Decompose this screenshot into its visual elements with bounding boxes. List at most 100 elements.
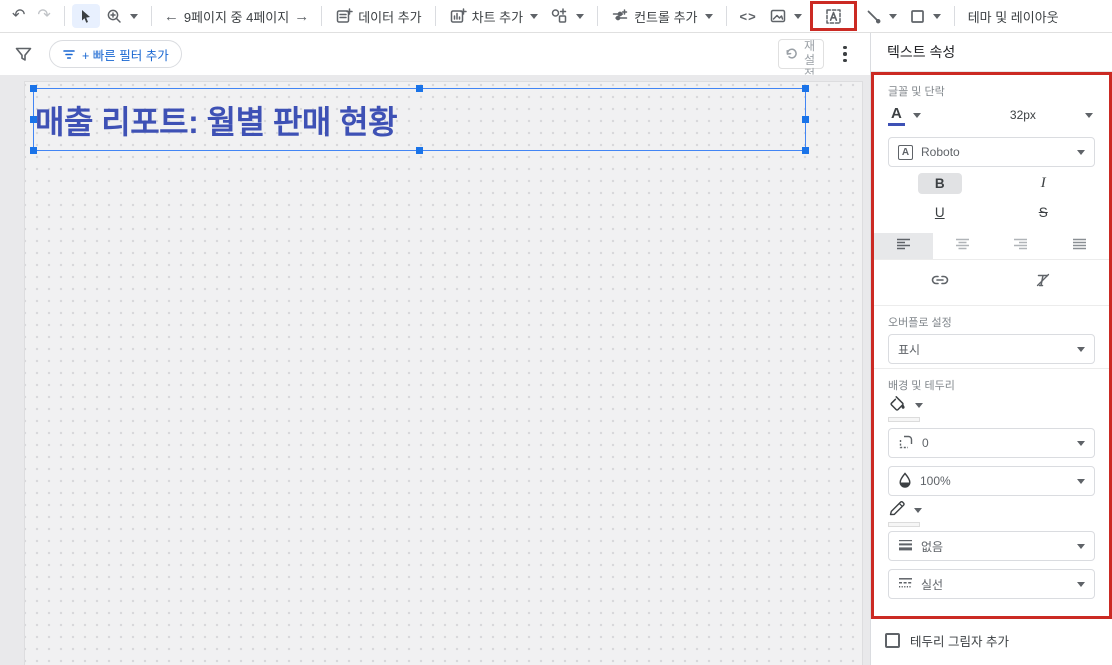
report-title-text[interactable]: 매출 리포트: 월별 판매 현황 [35, 89, 398, 150]
align-justify-button[interactable] [1050, 233, 1109, 259]
zoom-tool-button[interactable] [100, 4, 144, 29]
embed-url-button[interactable]: <> [734, 5, 763, 28]
border-style-select[interactable]: 실선 [888, 569, 1095, 599]
text-properties-highlighted-section: 글꼴 및 단락 A 32px A Roboto B I U S 오버플로 설정 … [871, 72, 1112, 619]
chevron-down-icon [704, 13, 713, 19]
reset-button[interactable]: 재설정 [778, 39, 824, 81]
divider [150, 6, 152, 26]
overflow-section-label: 오버플로 설정 [888, 317, 952, 329]
format-clear-icon [1035, 273, 1051, 288]
image-icon [769, 7, 787, 25]
background-color-button[interactable] [888, 395, 928, 422]
resize-handle[interactable] [802, 147, 809, 154]
add-text-button[interactable] [822, 5, 845, 28]
border-color-button[interactable] [888, 500, 928, 527]
font-size-value: 32px [1009, 108, 1036, 122]
selected-text-box[interactable]: 매출 리포트: 월별 판매 현황 [30, 85, 809, 154]
report-canvas[interactable]: 매출 리포트: 월별 판매 현황 [0, 75, 870, 665]
clear-formatting-button[interactable] [992, 264, 1096, 296]
align-right-button[interactable] [992, 233, 1051, 259]
zoom-icon [106, 8, 123, 25]
divider [725, 6, 727, 26]
page-indicator[interactable]: 9페이지 중 4페이지 [184, 7, 289, 26]
overflow-select[interactable]: 표시 [888, 334, 1095, 364]
add-control-label: 컨트롤 추가 [634, 9, 698, 25]
underline-label: U [934, 205, 945, 220]
chevron-down-icon [1085, 112, 1093, 118]
code-icon: <> [739, 8, 757, 24]
opacity-select[interactable]: 100% [888, 466, 1095, 496]
community-viz-icon [550, 7, 569, 25]
highlight-red-box [809, 1, 857, 31]
quick-filter-label: + 빠른 필터 추가 [82, 48, 169, 63]
corner-radius-select[interactable]: 0 [888, 428, 1095, 458]
main-toolbar: ↶ ↷ ← 9페이지 중 4페이지 → 데이터 추가 차트 추가 컨트롤 추가 … [0, 0, 1112, 33]
resize-handle[interactable] [30, 85, 37, 92]
pencil-icon [888, 500, 906, 520]
redo-button[interactable]: ↷ [31, 4, 56, 28]
font-family-select[interactable]: A Roboto [888, 137, 1095, 167]
chevron-down-icon [1077, 478, 1085, 484]
border-shadow-checkbox[interactable] [885, 633, 900, 648]
border-shadow-row: 테두리 그림자 추가 [885, 631, 1112, 650]
properties-panel: 텍스트 속성 글꼴 및 단락 A 32px A Roboto B I U S 오… [870, 33, 1112, 665]
font-size-select[interactable]: 32px [951, 99, 1095, 131]
add-control-button[interactable]: 컨트롤 추가 [605, 3, 718, 30]
opacity-value: 100% [920, 474, 951, 488]
align-center-icon [955, 238, 970, 254]
bold-button[interactable]: B [888, 169, 992, 198]
insert-link-button[interactable] [888, 264, 992, 296]
align-center-button[interactable] [933, 233, 992, 259]
add-shape-button[interactable] [903, 4, 947, 29]
border-weight-select[interactable]: 없음 [888, 531, 1095, 561]
filter-funnel-icon [14, 45, 33, 64]
font-color-icon: A [888, 105, 905, 126]
color-size-row: A 32px [888, 99, 1095, 131]
resize-handle[interactable] [802, 85, 809, 92]
resize-handle[interactable] [30, 115, 37, 123]
chevron-down-icon [1077, 543, 1085, 549]
resize-handle[interactable] [415, 85, 423, 92]
add-line-button[interactable] [859, 4, 903, 29]
strikethrough-label: S [1038, 205, 1048, 220]
panel-title: 텍스트 속성 [871, 33, 1112, 72]
resize-handle[interactable] [30, 147, 37, 154]
filter-icon [62, 48, 76, 61]
chevron-down-icon [576, 13, 585, 19]
prev-page-button[interactable]: ← [159, 6, 184, 27]
theme-layout-button[interactable]: 테마 및 레이아웃 [962, 3, 1065, 30]
strikethrough-button[interactable]: S [992, 198, 1096, 227]
add-chart-label: 차트 추가 [471, 9, 524, 25]
chevron-down-icon [888, 13, 897, 19]
align-left-button[interactable] [874, 233, 933, 259]
add-control-icon [611, 7, 629, 25]
chevron-down-icon [1077, 440, 1085, 446]
quick-filter-chip[interactable]: + 빠른 필터 추가 [49, 40, 182, 68]
chevron-down-icon [129, 13, 138, 19]
background-border-section-label: 배경 및 테두리 [888, 380, 955, 392]
next-page-button[interactable]: → [289, 6, 314, 27]
add-image-button[interactable] [763, 3, 808, 29]
undo-icon: ↶ [12, 7, 26, 24]
underline-button[interactable]: U [888, 198, 992, 227]
more-options-kebab[interactable] [836, 43, 854, 65]
italic-button[interactable]: I [992, 169, 1096, 198]
select-tool-button[interactable] [71, 4, 100, 28]
border-weight-value: 없음 [921, 539, 944, 554]
font-family-icon: A [898, 144, 913, 160]
undo-button[interactable]: ↶ [6, 4, 31, 28]
font-paragraph-section-label: 글꼴 및 단락 [888, 86, 945, 98]
border-shadow-label: 테두리 그림자 추가 [910, 635, 1009, 649]
resize-handle[interactable] [802, 115, 809, 123]
community-visualizations-button[interactable] [544, 3, 590, 29]
chevron-down-icon [932, 13, 941, 19]
font-color-button[interactable]: A [888, 105, 921, 126]
resize-handle[interactable] [415, 147, 423, 154]
border-style-value: 실선 [921, 577, 944, 592]
add-data-button[interactable]: 데이터 추가 [329, 3, 427, 30]
add-chart-button[interactable]: 차트 추가 [443, 3, 544, 30]
add-chart-icon [449, 7, 467, 25]
report-page[interactable] [25, 82, 862, 665]
divider [597, 6, 599, 26]
chevron-down-icon [914, 507, 922, 513]
